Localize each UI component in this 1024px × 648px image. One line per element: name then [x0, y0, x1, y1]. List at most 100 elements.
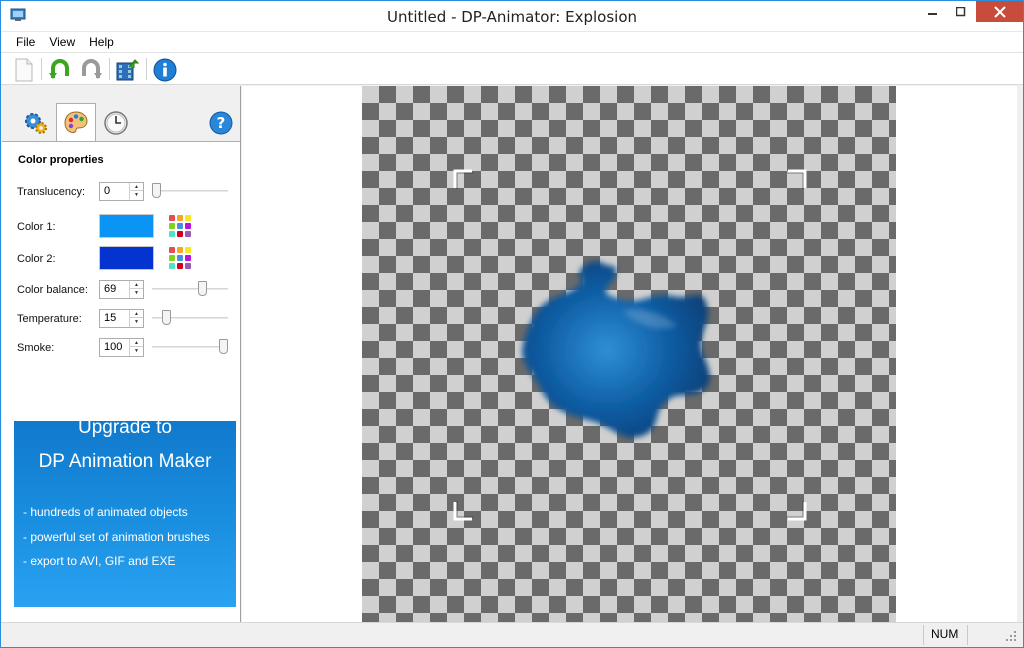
color1-label: Color 1: [17, 221, 56, 233]
palette-icon [64, 111, 88, 133]
vertical-scrollbar[interactable] [1017, 86, 1023, 622]
properties-panel: ? Color properties Translucency: 0 ▲ ▼ C [2, 86, 241, 622]
tab-timing[interactable] [96, 104, 136, 141]
toolbar-separator [146, 58, 147, 80]
toolbar [1, 52, 1023, 85]
maximize-icon [956, 7, 966, 17]
frame-corner-top-right [787, 169, 807, 189]
promo-product-name: DP Animation Maker [38, 451, 212, 472]
translucency-value[interactable]: 0 [104, 185, 110, 197]
menu-file[interactable]: File [9, 35, 42, 49]
svg-text:?: ? [217, 114, 226, 132]
section-title: Color properties [18, 154, 104, 166]
spin-down-button[interactable]: ▼ [130, 347, 143, 355]
spin-up-button[interactable]: ▲ [130, 339, 143, 347]
temperature-slider[interactable] [152, 310, 228, 326]
menu-help[interactable]: Help [82, 35, 121, 49]
promo-title: Upgrade to [77, 421, 172, 438]
color1-swatch[interactable] [99, 214, 154, 238]
close-button[interactable] [976, 1, 1023, 22]
color1-palette-button[interactable] [168, 214, 192, 238]
spinner-arrows: ▲ ▼ [129, 183, 143, 200]
undo-icon [49, 59, 69, 79]
spin-down-button[interactable]: ▼ [130, 318, 143, 326]
slider-track [152, 190, 228, 192]
promo-feature: - export to AVI, GIF and EXE [23, 554, 176, 568]
menu-bar: File View Help [1, 32, 1023, 52]
tab-strip: ? [2, 86, 241, 142]
toolbar-separator [41, 58, 42, 80]
menu-view[interactable]: View [42, 35, 82, 49]
color-balance-spinner[interactable]: 69 ▲ ▼ [99, 280, 144, 299]
help-icon: ? [209, 111, 233, 134]
translucency-slider[interactable] [152, 183, 228, 199]
spinner-arrows: ▲ ▼ [129, 281, 143, 298]
promo-feature: - hundreds of animated objects [23, 505, 188, 519]
info-button[interactable] [152, 57, 178, 83]
frame-corner-bottom-left [453, 501, 473, 521]
undo-button[interactable] [47, 57, 73, 83]
new-button[interactable] [11, 57, 37, 83]
slider-thumb[interactable] [152, 183, 161, 198]
minimize-button[interactable] [919, 1, 947, 23]
slider-thumb[interactable] [162, 310, 171, 325]
status-bar: NUM [1, 622, 1023, 647]
slider-thumb[interactable] [219, 339, 228, 354]
title-bar: Untitled - DP-Animator: Explosion [1, 1, 1023, 32]
window-title: Untitled - DP-Animator: Explosion [386, 8, 638, 26]
minimize-icon [928, 13, 937, 15]
spin-down-button[interactable]: ▼ [130, 191, 143, 199]
temperature-value[interactable]: 15 [104, 312, 116, 324]
frame-corner-top-left [453, 169, 473, 189]
info-icon [153, 58, 177, 82]
spin-up-button[interactable]: ▲ [130, 281, 143, 289]
num-lock-indicator: NUM [931, 627, 959, 641]
spin-up-button[interactable]: ▲ [130, 183, 143, 191]
clock-icon [104, 110, 128, 135]
maximize-button[interactable] [947, 1, 975, 23]
app-window: Untitled - DP-Animator: Explosion File V… [0, 0, 1024, 648]
redo-icon [82, 59, 102, 79]
translucency-label: Translucency: [17, 186, 86, 198]
color-balance-slider[interactable] [152, 281, 228, 297]
smoke-label: Smoke: [17, 342, 55, 354]
tab-color[interactable] [56, 103, 96, 142]
color2-label: Color 2: [17, 253, 56, 265]
color-grid-icon [169, 215, 191, 237]
translucency-spinner[interactable]: 0 ▲ ▼ [99, 182, 144, 201]
canvas-area[interactable] [242, 86, 1017, 622]
temperature-label: Temperature: [17, 313, 82, 325]
frame-corner-bottom-right [787, 501, 807, 521]
help-button[interactable]: ? [201, 104, 241, 141]
smoke-value[interactable]: 100 [104, 341, 122, 353]
upgrade-banner[interactable]: Upgrade to DP Animation Maker - hundreds… [14, 421, 236, 607]
resize-grip-icon[interactable] [1005, 630, 1017, 642]
spinner-arrows: ▲ ▼ [129, 339, 143, 356]
slider-thumb[interactable] [198, 281, 207, 296]
export-icon [116, 59, 139, 81]
new-icon [15, 58, 33, 82]
transparency-canvas[interactable] [362, 86, 896, 622]
toolbar-separator [109, 58, 110, 80]
slider-track [152, 346, 228, 348]
spinner-arrows: ▲ ▼ [129, 310, 143, 327]
spin-up-button[interactable]: ▲ [130, 310, 143, 318]
gears-icon [25, 112, 47, 134]
color-grid-icon [169, 247, 191, 269]
temperature-spinner[interactable]: 15 ▲ ▼ [99, 309, 144, 328]
slider-track [152, 288, 228, 290]
smoke-slider[interactable] [152, 339, 228, 355]
smoke-spinner[interactable]: 100 ▲ ▼ [99, 338, 144, 357]
export-button[interactable] [114, 57, 140, 83]
color2-palette-button[interactable] [168, 246, 192, 270]
smoke-explosion-preview [522, 261, 710, 438]
spin-down-button[interactable]: ▼ [130, 289, 143, 297]
color-balance-label: Color balance: [17, 284, 88, 296]
color2-swatch[interactable] [99, 246, 154, 270]
status-separator [967, 625, 968, 645]
redo-button[interactable] [78, 57, 104, 83]
close-icon [993, 5, 1006, 18]
tab-settings[interactable] [16, 104, 56, 141]
color-balance-value[interactable]: 69 [104, 283, 116, 295]
promo-feature: - powerful set of animation brushes [23, 530, 210, 544]
